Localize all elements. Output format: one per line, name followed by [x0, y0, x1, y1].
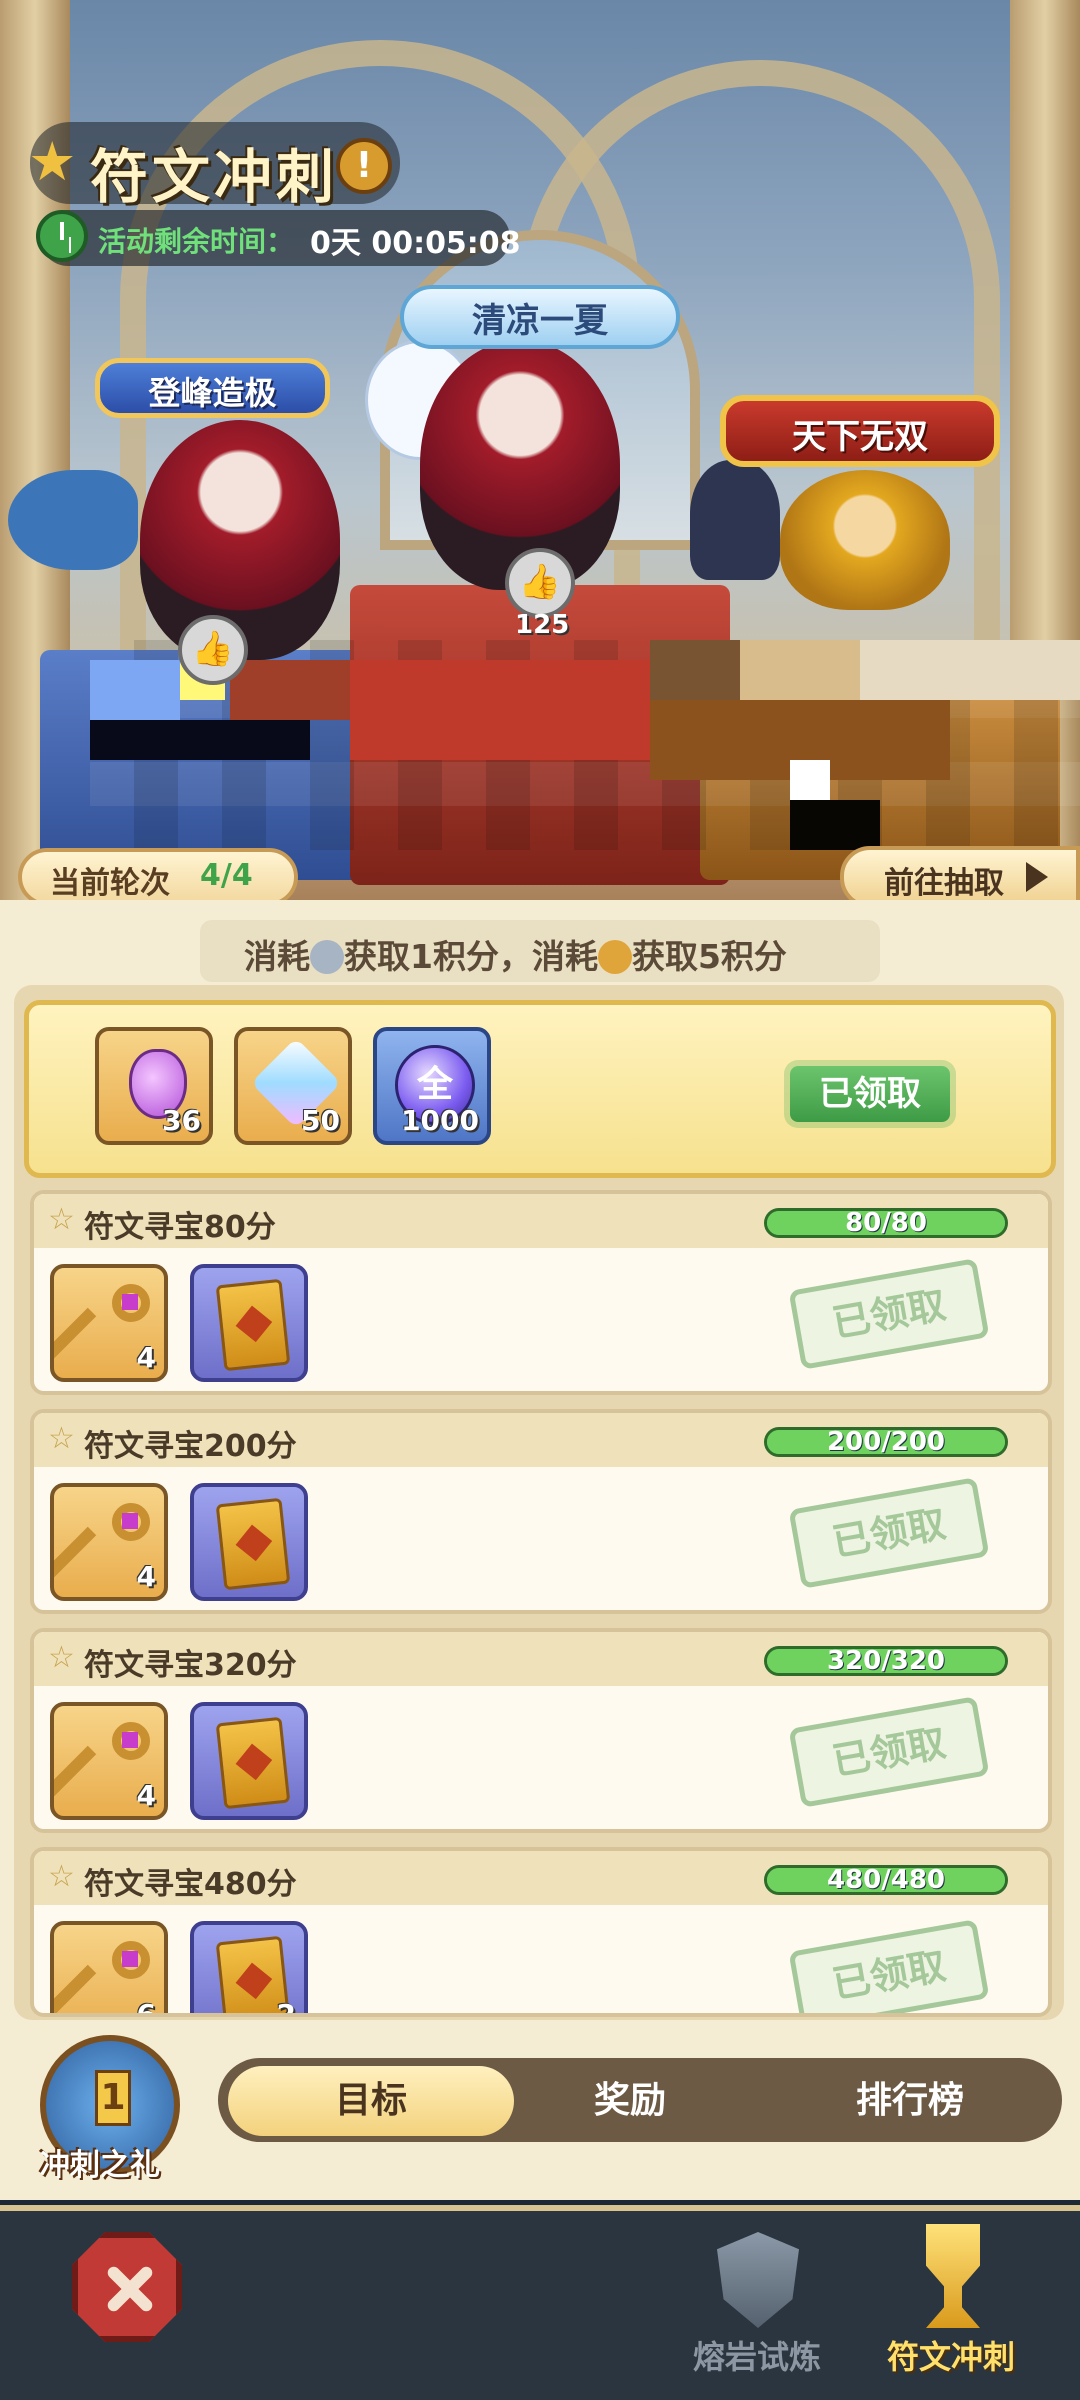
claimed-stamp: 已领取 [788, 1919, 990, 2013]
claimed-stamp: 已领取 [788, 1477, 990, 1589]
timer-value: 0天 00:05:08 [310, 226, 521, 261]
hero-scene: 👍 👍 125 登峰造极 清凉一夏 天下无双 ★ 符文冲刺 ! 活动剩余时间： … [0, 0, 1080, 900]
nav-label: 符文冲刺 [886, 2338, 1015, 2376]
sprint-gift-label[interactable]: 冲刺之礼 [40, 2140, 160, 2184]
title-badge-first: 清凉一夏 [400, 285, 680, 349]
item-count: 6 [136, 1998, 156, 2017]
gold-key-icon [597, 940, 632, 974]
item-count: 4 [136, 1779, 156, 1812]
milestone-card: ☆ 符文寻宝320分 320/320 4 已领取 [30, 1628, 1052, 1833]
progress-bar: 200/200 [764, 1427, 1008, 1457]
timer-label: 活动剩余时间： [98, 225, 295, 258]
pet-reaper [690, 460, 780, 580]
milestone-title: 符文寻宝320分 [84, 1648, 297, 1683]
rune-card-icon [215, 1497, 291, 1591]
silver-key-icon [310, 940, 344, 974]
reward-item[interactable]: 4 [50, 1483, 168, 1601]
goto-draw-label[interactable]: 前往抽取 [884, 858, 1004, 900]
milestone-card: ☆ 符文寻宝200分 200/200 4 已领取 [30, 1409, 1052, 1614]
round-value: 4/4 [200, 858, 253, 893]
hero-first-place[interactable] [420, 340, 620, 590]
nav-lava-trial[interactable]: 熔岩试炼 [672, 2232, 842, 2382]
page-title: 符文冲刺 [90, 143, 339, 211]
tab-leaderboard[interactable]: 排行榜 [780, 2066, 1040, 2136]
like-icon[interactable]: 👍 [505, 548, 575, 618]
like-icon[interactable]: 👍 [178, 615, 248, 685]
play-icon[interactable] [1026, 862, 1048, 892]
milestone-title: 符文寻宝200分 [84, 1429, 297, 1464]
shield-icon [717, 2232, 799, 2328]
reward-item[interactable]: 36 [95, 1027, 213, 1145]
item-count: 2 [276, 1998, 296, 2017]
rank-one-icon: 1 [95, 2070, 131, 2126]
star-icon: ★ [28, 130, 77, 193]
claimed-stamp: 已领取 [788, 1696, 990, 1808]
item-count: 4 [136, 1341, 156, 1374]
item-count: 4 [136, 1560, 156, 1593]
hero-third-place[interactable] [780, 470, 950, 610]
hero-second-place[interactable] [140, 420, 340, 660]
star-outline-icon: ☆ [48, 1859, 75, 1894]
star-outline-icon: ☆ [48, 1640, 75, 1675]
milestone-card: ☆ 符文寻宝480分 480/480 6 2 已领取 [30, 1847, 1052, 2017]
star-outline-icon: ☆ [48, 1421, 75, 1456]
hint-text-2: 获取1积分，消耗 [344, 937, 598, 976]
reward-item[interactable]: 50 [234, 1027, 352, 1145]
item-count: 36 [162, 1104, 201, 1137]
clock-icon [36, 210, 88, 262]
claimed-stamp: 已领取 [788, 1258, 990, 1370]
round-label: 当前轮次 [50, 866, 170, 900]
rune-card-icon [215, 1716, 291, 1810]
points-hint: 消耗 获取1积分，消耗 获取5积分 [244, 930, 787, 978]
progress-text: 480/480 [826, 1865, 946, 1895]
rune-card-icon [215, 1278, 291, 1372]
item-count: 50 [301, 1104, 340, 1137]
tab-goals[interactable]: 目标 [228, 2066, 514, 2136]
like-count: 125 [515, 610, 570, 640]
info-icon[interactable]: ! [336, 138, 392, 194]
progress-text: 200/200 [826, 1427, 946, 1457]
star-outline-icon: ☆ [48, 1202, 75, 1237]
reward-item[interactable] [190, 1702, 308, 1820]
reward-item[interactable]: 4 [50, 1264, 168, 1382]
reward-item[interactable]: 2 [190, 1921, 308, 2017]
milestone-card: ☆ 符文寻宝80分 80/80 4 已领取 [30, 1190, 1052, 1395]
reward-item[interactable]: 6 [50, 1921, 168, 2017]
claimed-button: 已领取 [790, 1066, 950, 1122]
tab-rewards[interactable]: 奖励 [520, 2066, 740, 2136]
reward-item[interactable]: 全 1000 [373, 1027, 491, 1145]
title-badge-third: 天下无双 [720, 395, 1000, 467]
progress-text: 320/320 [826, 1646, 946, 1676]
reward-item[interactable] [190, 1483, 308, 1601]
nav-label: 熔岩试炼 [692, 2338, 821, 2376]
trophy-icon [926, 2224, 980, 2328]
hint-text-1: 消耗 [244, 937, 310, 976]
progress-text: 80/80 [845, 1208, 927, 1238]
milestone-title: 符文寻宝80分 [84, 1210, 276, 1245]
reward-item[interactable] [190, 1264, 308, 1382]
nav-rune-sprint[interactable]: 符文冲刺 [866, 2224, 1036, 2382]
hint-text-3: 获取5积分 [631, 937, 787, 976]
pet-shark [8, 470, 138, 570]
milestone-title: 符文寻宝480分 [84, 1867, 297, 1902]
progress-bar: 80/80 [764, 1208, 1008, 1238]
reward-item[interactable]: 4 [50, 1702, 168, 1820]
title-badge-second: 登峰造极 [95, 358, 330, 418]
progress-bar: 480/480 [764, 1865, 1008, 1895]
progress-bar: 320/320 [764, 1646, 1008, 1676]
close-icon[interactable] [72, 2232, 182, 2342]
item-count: 1000 [401, 1104, 479, 1137]
